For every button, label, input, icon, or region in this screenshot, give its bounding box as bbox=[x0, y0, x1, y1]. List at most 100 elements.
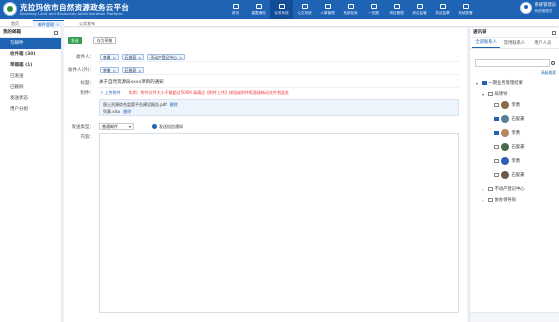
mailbox-sidebar: 我的邮箱 写邮件 收件箱 (30) 草稿箱 (1) 已发送 已删除 发送状态 用户分组 bbox=[0, 28, 62, 322]
contact-tree-node[interactable]: 石俊豪 bbox=[488, 115, 524, 123]
nav-icon bbox=[370, 3, 377, 9]
save-draft-button[interactable]: 存为草稿 bbox=[93, 37, 117, 44]
nav-icon bbox=[347, 3, 354, 9]
contact-tree-node[interactable]: 石俊豪 bbox=[488, 171, 524, 179]
contact-tree-node[interactable]: ▾ 一期业务受理结果 bbox=[476, 79, 523, 87]
contact-checkbox[interactable] bbox=[494, 158, 499, 164]
tab-home[interactable]: 首页 bbox=[6, 20, 24, 27]
nav-item[interactable]: 系统检索 bbox=[339, 0, 362, 19]
nav-item-label: 系统配置 bbox=[458, 10, 473, 15]
recipient-field[interactable]: 李勇 × 石俊豪 × 不动产登记中心 × bbox=[99, 52, 459, 62]
recipient-tag[interactable]: 李勇 × bbox=[100, 66, 119, 73]
nav-item-label: 项目管理 bbox=[389, 10, 404, 15]
sidebar-menu: 写邮件 收件箱 (30) 草稿箱 (1) 已发送 已删除 发送状态 用户分组 bbox=[0, 38, 61, 115]
nav-item-label: 人事管理 bbox=[320, 10, 335, 15]
recipient-tag[interactable]: 不动产登记中心 × bbox=[147, 53, 186, 60]
close-icon[interactable]: × bbox=[113, 68, 116, 73]
advanced-search-link[interactable]: 高级搜索 bbox=[541, 70, 556, 76]
search-icon[interactable] bbox=[551, 61, 555, 65]
sms-notify-checkbox[interactable] bbox=[152, 124, 157, 129]
nav-item[interactable]: 首页 bbox=[224, 0, 247, 19]
contact-checkbox[interactable] bbox=[494, 102, 499, 108]
cc-field[interactable]: 李勇 × 石俊豪 × bbox=[99, 65, 459, 75]
contacts-tab[interactable]: 常用联系人 bbox=[500, 40, 528, 48]
tab-mail[interactable]: 邮件管理 × bbox=[33, 20, 65, 27]
nav-item[interactable]: 重要通知 bbox=[247, 0, 270, 19]
recipient-tag[interactable]: 李勇 × bbox=[100, 53, 119, 60]
upload-tip: 实例：附件文件大小不能超过500M 请通过【附件上传】按钮或附件框直接拖动文件到… bbox=[128, 90, 289, 95]
recipient-tag[interactable]: 石俊豪 × bbox=[121, 53, 145, 60]
delete-attachment-link[interactable]: 删除 bbox=[170, 102, 178, 107]
chevron-down-icon[interactable]: ▾ bbox=[476, 81, 480, 86]
recipient-name: 李勇 bbox=[103, 67, 111, 73]
nav-item[interactable]: 人事管理 bbox=[316, 0, 339, 19]
sidebar-item[interactable]: 用户分组 bbox=[0, 104, 61, 115]
subject-field[interactable]: 关于自然资源局xxxx项目的通知 bbox=[99, 78, 459, 88]
sidebar-item[interactable]: 草稿箱 (1) bbox=[0, 60, 61, 71]
contact-name: 李勇 bbox=[511, 103, 521, 108]
content-label: 内容： bbox=[80, 135, 95, 140]
contact-checkbox[interactable] bbox=[488, 197, 493, 203]
contact-name: 石俊豪 bbox=[511, 117, 525, 122]
close-icon[interactable]: × bbox=[179, 55, 182, 60]
content-editor[interactable] bbox=[99, 133, 459, 313]
chevron-right-icon[interactable]: › bbox=[482, 198, 486, 203]
sidebar-item[interactable]: 已删除 bbox=[0, 82, 61, 93]
contact-name: 局领导 bbox=[494, 92, 508, 97]
contact-tree-node[interactable]: › 协办领导局 bbox=[482, 196, 516, 204]
contact-tree-node[interactable]: 石俊豪 bbox=[488, 143, 524, 151]
contact-tree-node[interactable]: ▾ 局领导 bbox=[482, 90, 507, 98]
contact-tree-node[interactable]: 李勇 bbox=[488, 101, 520, 109]
contact-avatar bbox=[500, 115, 509, 123]
contact-name: 李勇 bbox=[511, 131, 521, 136]
contact-search-input[interactable] bbox=[475, 59, 555, 67]
contact-tree-node[interactable]: 李勇 bbox=[488, 157, 520, 165]
send-button[interactable]: 发送 bbox=[68, 37, 82, 44]
sidebar-item[interactable]: 收件箱 (30) bbox=[0, 49, 61, 60]
collapse-icon[interactable] bbox=[552, 31, 556, 35]
sidebar-item[interactable]: 写邮件 bbox=[0, 38, 61, 49]
user-avatar[interactable] bbox=[519, 2, 532, 14]
nav-item[interactable]: 系统配置 bbox=[454, 0, 477, 19]
contacts-panel: 通讯录 全部联系人 常用联系人 用户人员 高级搜索 ▾ 一期业务受理结果 ▾ 局领导 李勇石… bbox=[469, 28, 559, 322]
chevron-down-icon[interactable]: ▾ bbox=[482, 92, 486, 97]
delete-attachment-link[interactable]: 删除 bbox=[123, 109, 131, 114]
contact-checkbox[interactable] bbox=[494, 172, 499, 178]
contact-checkbox[interactable] bbox=[494, 144, 499, 150]
contact-tree-node[interactable]: › 不动产登记中心 bbox=[482, 185, 525, 193]
contact-checkbox[interactable] bbox=[494, 116, 499, 122]
close-icon[interactable]: × bbox=[138, 55, 141, 60]
recipient-tag[interactable]: 石俊豪 × bbox=[121, 66, 145, 73]
contact-checkbox[interactable] bbox=[488, 186, 493, 192]
collapse-icon[interactable] bbox=[54, 31, 58, 35]
nav-item[interactable]: 项目管理 bbox=[385, 0, 408, 19]
upload-attachment-button[interactable]: ⇪ 上传附件 bbox=[100, 90, 121, 96]
close-icon[interactable]: × bbox=[56, 22, 59, 27]
sidebar-item[interactable]: 已发送 bbox=[0, 71, 61, 82]
nav-item[interactable]: 综合监管 bbox=[408, 0, 431, 19]
contacts-tabs: 全部联系人 常用联系人 用户人员 bbox=[470, 38, 559, 49]
close-icon[interactable]: × bbox=[138, 68, 141, 73]
close-icon[interactable]: × bbox=[113, 55, 116, 60]
nav-item[interactable]: 业务系统 bbox=[270, 0, 293, 19]
nav-item[interactable]: 公文系统 bbox=[293, 0, 316, 19]
contact-checkbox[interactable] bbox=[488, 91, 493, 97]
user-info[interactable]: 系统管理员 系统管理员 bbox=[519, 2, 556, 14]
nav-item[interactable]: 一张图 bbox=[362, 0, 385, 19]
contact-avatar bbox=[500, 129, 509, 137]
contact-checkbox[interactable] bbox=[494, 130, 499, 136]
send-type-select[interactable]: 普通邮件 ▾ bbox=[99, 123, 134, 130]
contact-checkbox[interactable] bbox=[482, 80, 487, 86]
nav-icon bbox=[232, 3, 239, 9]
contact-tree-node[interactable]: 李勇 bbox=[488, 129, 520, 137]
contacts-tab[interactable]: 用户人员 bbox=[529, 40, 557, 48]
nav-icon bbox=[393, 3, 400, 9]
app-subtitle: Karamay Land and Resources Administratio… bbox=[20, 11, 123, 16]
nav-icon bbox=[462, 3, 469, 9]
contacts-tab[interactable]: 全部联系人 bbox=[472, 39, 501, 48]
sidebar-item[interactable]: 发送状态 bbox=[0, 93, 61, 104]
nav-item[interactable]: 执法监察 bbox=[431, 0, 454, 19]
chevron-right-icon[interactable]: › bbox=[482, 187, 486, 192]
tab-doc-publish[interactable]: 公文发布 bbox=[74, 20, 100, 27]
contacts-title: 通讯录 bbox=[470, 28, 559, 38]
